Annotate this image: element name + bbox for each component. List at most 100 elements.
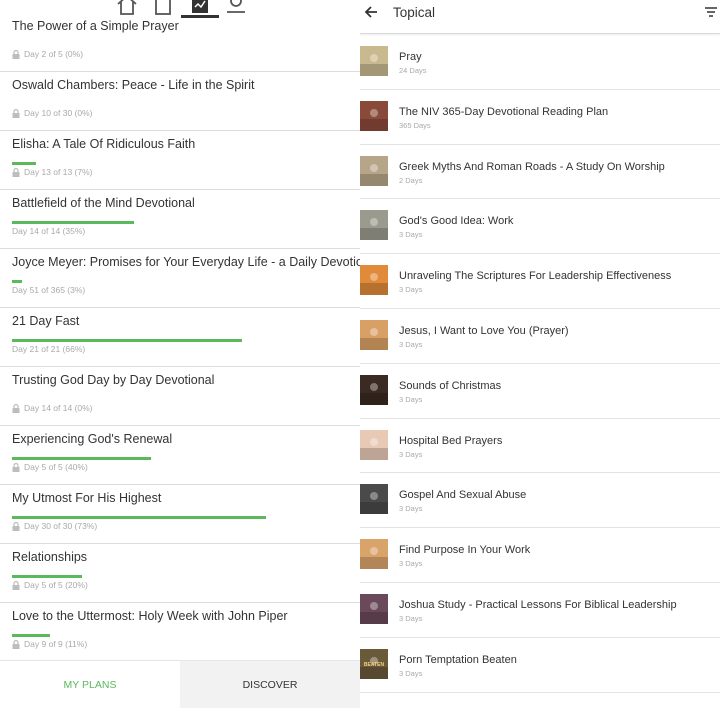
plan-title: Trusting God Day by Day Devotional xyxy=(12,373,215,387)
lock-icon xyxy=(12,403,20,413)
plan-item[interactable]: Love to the Uttermost: Holy Week with Jo… xyxy=(0,603,360,662)
topic-item[interactable]: God's Good Idea: Work 3 Days xyxy=(360,199,720,255)
plan-progress-bar xyxy=(12,162,36,165)
topic-thumbnail: BEATEN xyxy=(360,648,388,679)
topic-item[interactable]: Hospital Bed Prayers 3 Days xyxy=(360,419,720,474)
tab-discover[interactable]: DISCOVER xyxy=(180,661,360,709)
plan-meta-text: Day 21 of 21 (66%) xyxy=(12,344,86,354)
plan-meta-text: Day 30 of 30 (73%) xyxy=(24,521,98,531)
plan-meta-text: Day 9 of 9 (11%) xyxy=(24,639,88,649)
plan-item[interactable]: The Power of a Simple Prayer Day 2 of 5 (… xyxy=(0,13,360,72)
topic-title: Hospital Bed Prayers xyxy=(399,434,503,447)
plan-title: Love to the Uttermost: Holy Week with Jo… xyxy=(12,609,288,623)
topic-title: Find Purpose In Your Work xyxy=(399,544,531,557)
plan-item[interactable]: Oswald Chambers: Peace - Life in the Spi… xyxy=(0,72,360,131)
plan-meta: Day 13 of 13 (7%) xyxy=(12,167,93,177)
topic-duration: 3 Days xyxy=(399,504,423,514)
plan-title: Battlefield of the Mind Devotional xyxy=(12,196,195,210)
plan-item[interactable]: 21 Day Fast Day 21 of 21 (66%) xyxy=(0,308,360,367)
plan-meta-text: Day 5 of 5 (20%) xyxy=(24,580,88,590)
plans-list: The Power of a Simple Prayer Day 2 of 5 (… xyxy=(0,13,360,662)
plan-title: Elisha: A Tale Of Ridiculous Faith xyxy=(12,137,196,151)
plan-meta-text: Day 10 of 30 (0%) xyxy=(24,108,93,118)
bottom-spacer xyxy=(0,708,360,720)
plan-title: Experiencing God's Renewal xyxy=(12,432,173,446)
topic-duration: 3 Days xyxy=(399,449,423,459)
topic-duration: 3 Days xyxy=(399,394,423,404)
lock-icon xyxy=(12,108,20,118)
plan-meta-text: Day 51 of 365 (3%) xyxy=(12,285,86,295)
plan-title: Relationships xyxy=(12,550,88,564)
filter-icon[interactable] xyxy=(704,5,718,19)
plan-meta-text: Day 2 of 5 (0%) xyxy=(24,49,84,59)
topic-title: Greek Myths And Roman Roads - A Study On… xyxy=(399,160,665,173)
lock-icon xyxy=(12,639,20,649)
page-title: Topical xyxy=(393,5,436,20)
plan-meta: Day 5 of 5 (20%) xyxy=(12,580,88,590)
lock-icon xyxy=(12,580,20,590)
plan-title: 21 Day Fast xyxy=(12,314,80,328)
plan-item[interactable]: Elisha: A Tale Of Ridiculous Faith Day 13… xyxy=(0,131,360,190)
plan-meta-text: Day 5 of 5 (40%) xyxy=(24,462,88,472)
topic-thumbnail xyxy=(360,593,388,624)
topic-item[interactable]: Gospel And Sexual Abuse 3 Days xyxy=(360,473,720,529)
lock-icon xyxy=(12,521,20,531)
plan-meta: Day 51 of 365 (3%) xyxy=(12,285,85,295)
topics-list: Pray 24 Days The NIV 365-Day Devotional Re… xyxy=(360,35,720,693)
topic-duration: 3 Days xyxy=(399,339,423,349)
topic-duration: 3 Days xyxy=(399,230,423,240)
plan-item[interactable]: My Utmost For His Highest Day 30 of 30 (7… xyxy=(0,485,360,544)
lock-icon xyxy=(12,167,20,177)
tab-my-plans[interactable]: MY PLANS xyxy=(0,661,180,709)
topic-thumbnail xyxy=(360,319,388,350)
plan-meta: Day 9 of 9 (11%) xyxy=(12,639,87,649)
topic-item[interactable]: Greek Myths And Roman Roads - A Study On… xyxy=(360,145,720,200)
topic-title: God's Good Idea: Work xyxy=(399,215,514,228)
lock-icon xyxy=(12,49,20,59)
topic-duration: 2 Days xyxy=(399,175,423,185)
plan-item[interactable]: Battlefield of the Mind Devotional Day 14… xyxy=(0,190,360,249)
plan-meta: Day 5 of 5 (40%) xyxy=(12,462,88,472)
topic-duration: 24 Days xyxy=(399,66,427,75)
topic-item[interactable]: Sounds of Christmas 3 Days xyxy=(360,364,720,419)
plan-item[interactable]: Joyce Meyer: Promises for Your Everyday … xyxy=(0,249,360,308)
topic-thumbnail xyxy=(360,46,388,76)
topic-item[interactable]: Find Purpose In Your Work 3 Days xyxy=(360,528,720,583)
plan-progress-bar xyxy=(12,634,50,637)
topic-thumbnail xyxy=(360,374,388,405)
topic-item[interactable]: Joshua Study - Practical Lessons For Bib… xyxy=(360,583,720,638)
topic-duration: 3 Days xyxy=(399,559,423,569)
plan-item[interactable]: Trusting God Day by Day Devotional Day 14… xyxy=(0,367,360,426)
plan-item[interactable]: Relationships Day 5 of 5 (20%) xyxy=(0,544,360,603)
my-plans-panel: The Power of a Simple Prayer Day 2 of 5 (… xyxy=(0,0,360,720)
plan-title: Joyce Meyer: Promises for Your Everyday … xyxy=(12,255,360,269)
topic-item[interactable]: Pray 24 Days xyxy=(360,35,720,90)
topic-item[interactable]: Unraveling The Scriptures For Leadership… xyxy=(360,254,720,309)
topic-title: Gospel And Sexual Abuse xyxy=(399,489,527,502)
plan-progress-bar xyxy=(12,339,242,342)
topic-item[interactable]: BEATEN Porn Temptation Beaten 3 Days xyxy=(360,638,720,693)
plan-progress-bar xyxy=(12,221,134,224)
topic-item[interactable]: The NIV 365-Day Devotional Reading Plan 3… xyxy=(360,90,720,145)
plan-meta: Day 14 of 14 (35%) xyxy=(12,226,85,236)
topic-thumbnail xyxy=(360,155,388,186)
lock-icon xyxy=(12,462,20,472)
arrow-left-icon[interactable] xyxy=(362,3,380,21)
topic-title: Pray xyxy=(399,51,422,63)
plan-meta: Day 21 of 21 (66%) xyxy=(12,344,85,354)
plan-meta-text: Day 14 of 14 (0%) xyxy=(24,403,93,413)
topic-item[interactable]: Jesus, I Want to Love You (Prayer) 3 Days xyxy=(360,309,720,364)
plan-title: Oswald Chambers: Peace - Life in the Spi… xyxy=(12,78,255,92)
thumb-text: BEATEN xyxy=(364,662,385,668)
plan-title: The Power of a Simple Prayer xyxy=(12,19,179,33)
topic-title: Unraveling The Scriptures For Leadership… xyxy=(399,270,672,283)
topic-title: The NIV 365-Day Devotional Reading Plan xyxy=(399,105,609,118)
topic-duration: 365 Days xyxy=(399,120,431,130)
plan-item[interactable]: Experiencing God's Renewal Day 5 of 5 (40… xyxy=(0,426,360,485)
plan-progress-bar xyxy=(12,516,266,519)
plan-meta: Day 2 of 5 (0%) xyxy=(12,49,83,59)
topic-title: Sounds of Christmas xyxy=(399,379,502,392)
topic-title: Jesus, I Want to Love You (Prayer) xyxy=(399,324,569,337)
topic-title: Joshua Study - Practical Lessons For Bib… xyxy=(399,598,677,611)
topic-title: Porn Temptation Beaten xyxy=(399,653,517,666)
